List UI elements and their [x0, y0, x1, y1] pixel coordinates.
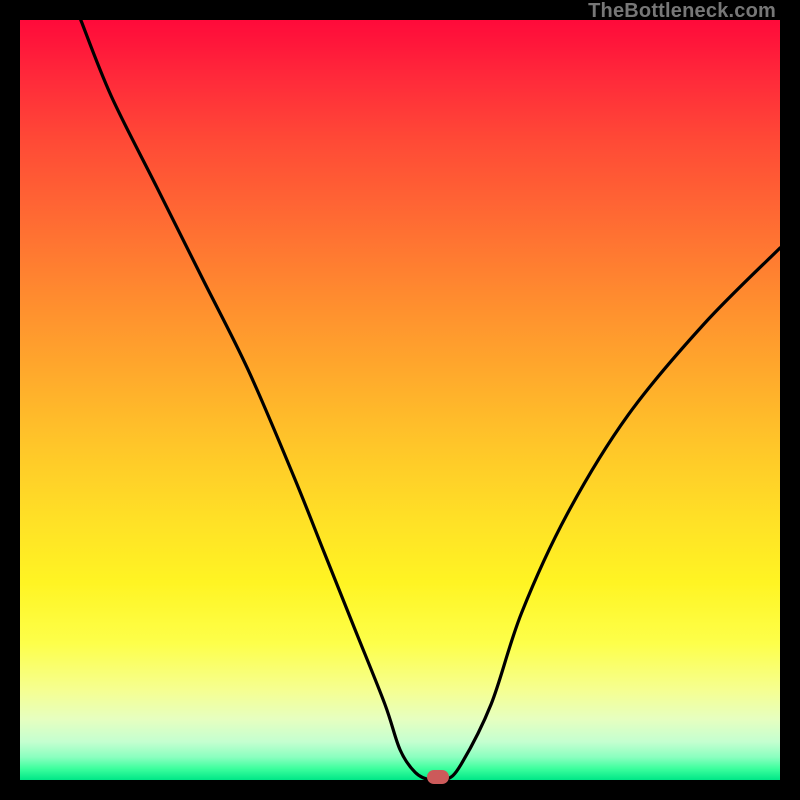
curve-svg	[20, 20, 780, 780]
bottleneck-curve	[81, 20, 780, 781]
plot-area	[20, 20, 780, 780]
optimal-marker	[427, 770, 449, 784]
chart-frame: TheBottleneck.com	[0, 0, 800, 800]
